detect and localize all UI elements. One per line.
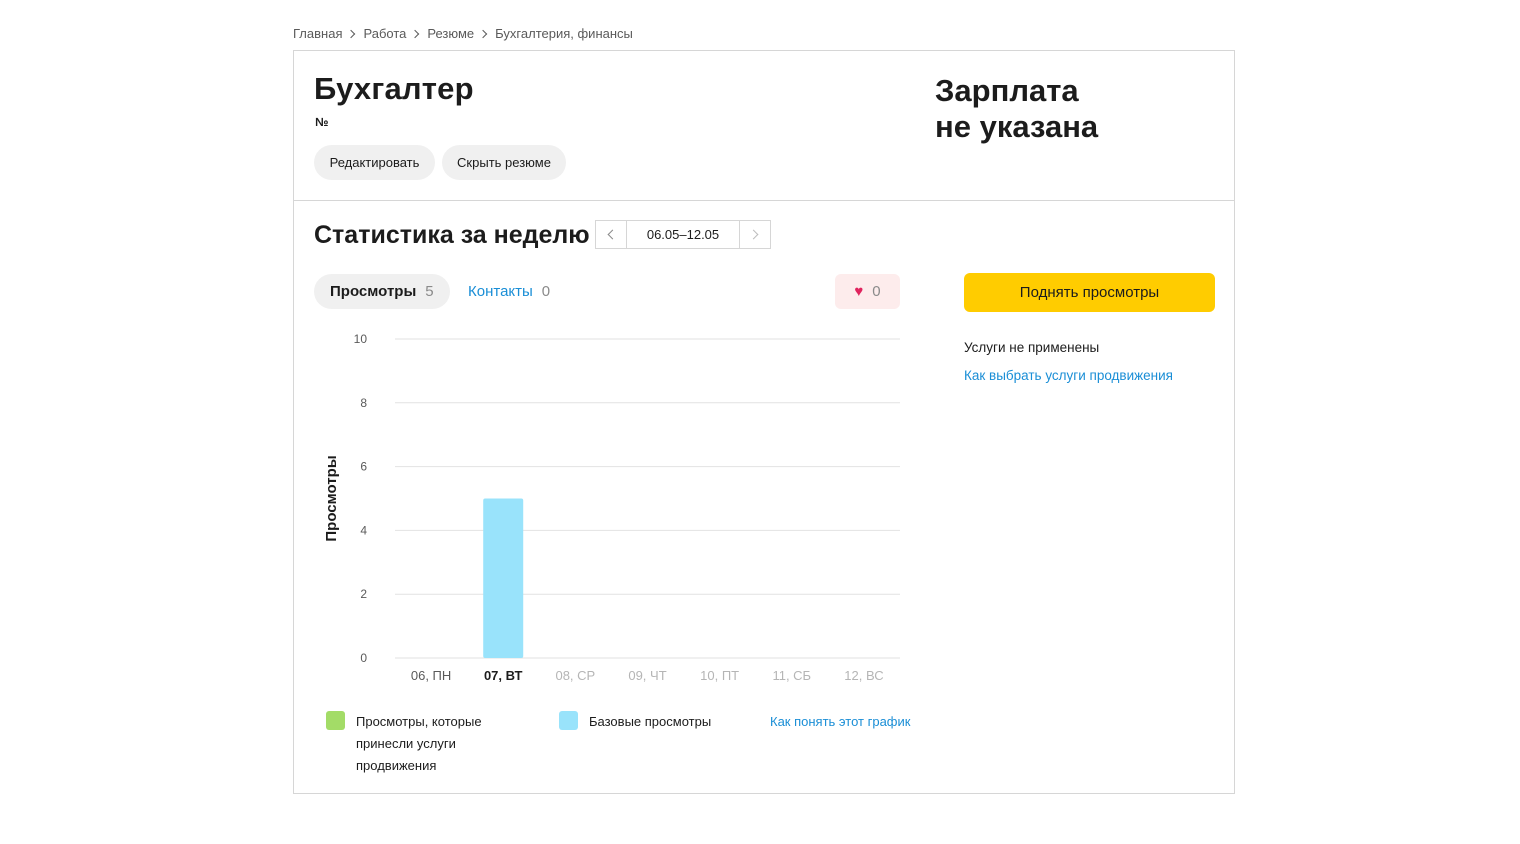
- x-tick-label: 10, ПТ: [700, 668, 739, 683]
- week-range: 06.05–12.05: [646, 227, 720, 242]
- resume-number: №: [315, 115, 329, 129]
- breadcrumb-item-category[interactable]: Бухгалтерия, финансы: [495, 26, 633, 41]
- stats-title: Статистика за неделю: [314, 221, 590, 249]
- next-week-button[interactable]: [739, 221, 770, 248]
- legend-base-views: Базовые просмотры: [559, 711, 711, 733]
- y-tick-label: 0: [360, 651, 367, 665]
- chevron-right-icon: [748, 229, 759, 240]
- x-tick-label: 08, СР: [555, 668, 595, 683]
- tab-contacts-count: 0: [541, 283, 551, 300]
- chevron-right-icon: [478, 29, 488, 38]
- services-status: Услуги не применены: [964, 340, 1100, 355]
- y-tick-label: 10: [354, 332, 368, 346]
- salary-info: Зарплата не указана: [935, 73, 1175, 145]
- chart-help-link[interactable]: Как понять этот график: [770, 711, 910, 733]
- legend-promo-label: Просмотры, которые принесли услуги продв…: [356, 714, 482, 773]
- previous-week-button[interactable]: [596, 221, 627, 248]
- breadcrumb-item-work[interactable]: Работа: [363, 26, 406, 41]
- y-tick-label: 8: [360, 396, 367, 410]
- resume-card: Бухгалтер № Редактировать Скрыть резюме …: [293, 50, 1235, 794]
- y-axis-label: Просмотры: [323, 455, 340, 541]
- x-tick-label: 11, СБ: [772, 668, 811, 683]
- tab-views[interactable]: Просмотры 5: [314, 274, 450, 309]
- breadcrumb-item-home[interactable]: Главная: [293, 26, 342, 41]
- promotion-help-link[interactable]: Как выбрать услуги продвижения: [964, 368, 1173, 383]
- bar-base-views: [483, 498, 524, 658]
- chevron-right-icon: [411, 29, 420, 38]
- chevron-right-icon: [347, 29, 356, 38]
- breadcrumb: Главная Работа Резюме Бухгалтерия, финан…: [293, 26, 633, 41]
- views-chart: 0 2 4 6 8 10 Просмотры 06, ПН 07, ВТ 08, СР 09, ЧТ…: [323, 332, 900, 683]
- tab-contacts-label: Контакты: [468, 283, 533, 300]
- x-tick-label: 09, ЧТ: [628, 668, 666, 683]
- y-tick-label: 2: [360, 587, 367, 601]
- legend-base-label: Базовые просмотры: [589, 714, 712, 729]
- tab-views-count: 5: [425, 283, 434, 300]
- legend-base-swatch: [559, 711, 578, 730]
- salary-line-1: Зарплата: [935, 73, 1079, 108]
- edit-resume-button[interactable]: Редактировать: [314, 145, 435, 180]
- likes-button[interactable]: ♥ 0: [835, 274, 900, 309]
- breadcrumb-item-resumes[interactable]: Резюме: [427, 26, 474, 41]
- boost-views-button[interactable]: Поднять просмотры: [964, 273, 1215, 312]
- x-tick-label: 12, ВС: [844, 668, 883, 683]
- x-tick-label: 07, ВТ: [484, 668, 523, 683]
- y-tick-label: 6: [360, 460, 367, 474]
- legend-promo-swatch: [326, 711, 345, 730]
- y-tick-label: 4: [360, 523, 367, 537]
- resume-title: Бухгалтер: [314, 71, 474, 106]
- heart-icon: ♥: [854, 283, 864, 300]
- section-divider: [294, 200, 1234, 201]
- likes-count: 0: [872, 283, 881, 300]
- salary-line-2: не указана: [935, 109, 1099, 144]
- chevron-left-icon: [607, 229, 618, 240]
- x-tick-label: 06, ПН: [411, 668, 451, 683]
- tab-views-label: Просмотры: [330, 283, 417, 300]
- hide-resume-button[interactable]: Скрыть резюме: [442, 145, 566, 180]
- week-selector: 06.05–12.05: [595, 220, 771, 249]
- tab-contacts[interactable]: Контакты 0: [468, 274, 550, 309]
- legend-promo-views: Просмотры, которые принесли услуги продв…: [326, 711, 506, 777]
